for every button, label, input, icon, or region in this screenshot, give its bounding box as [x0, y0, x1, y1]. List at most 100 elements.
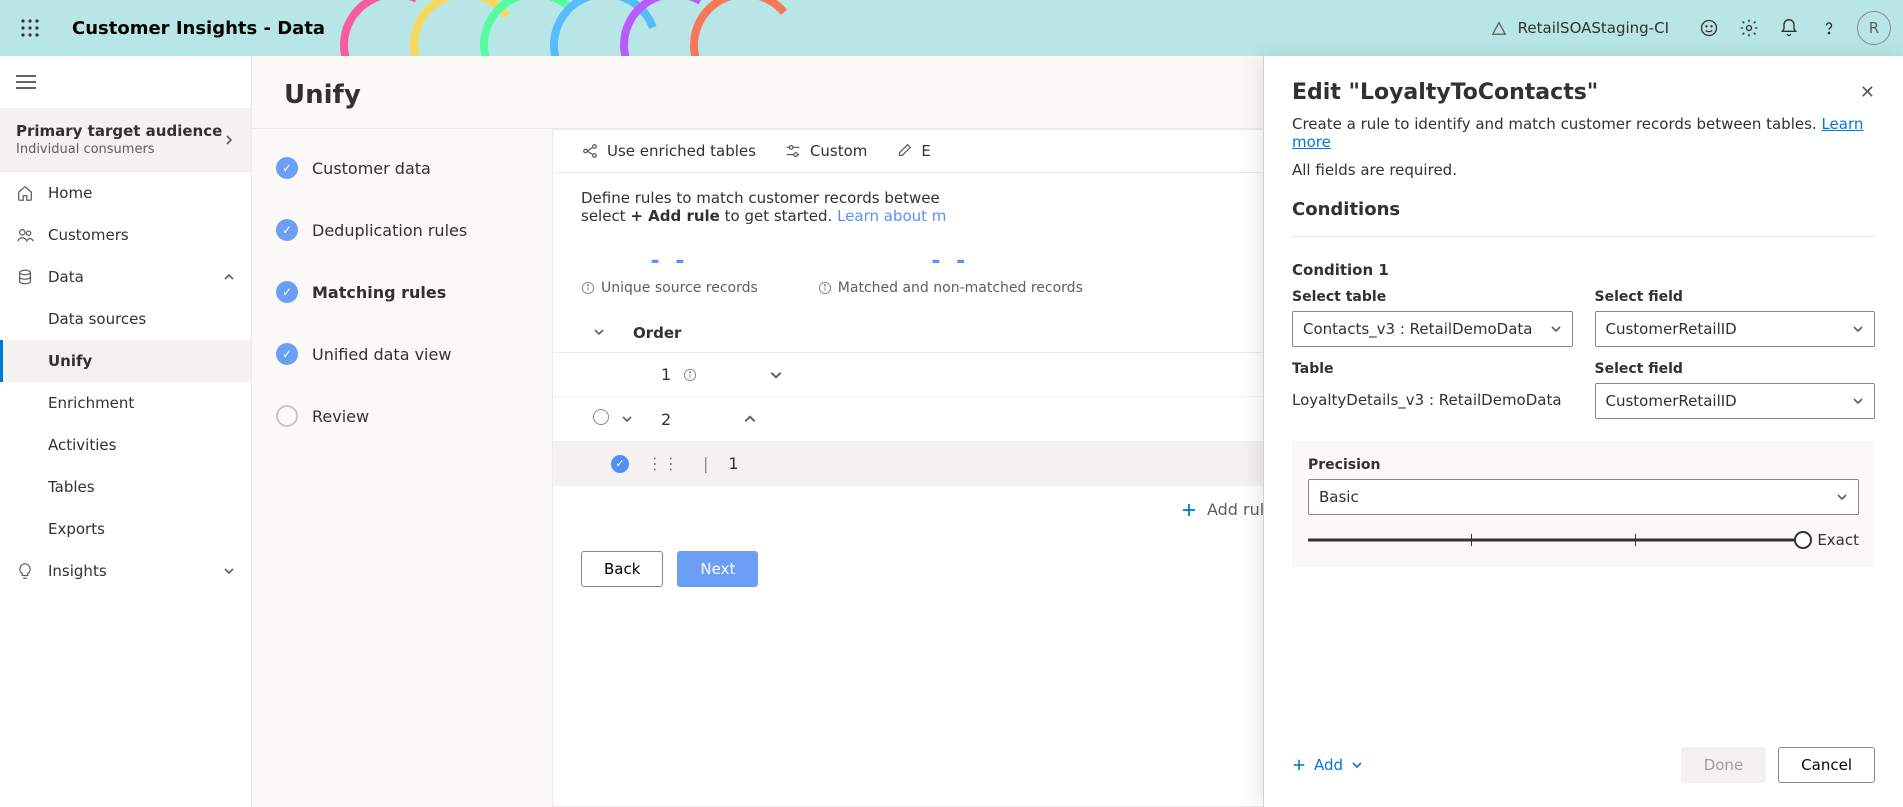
nav-exports[interactable]: Exports	[0, 508, 251, 550]
col-order: Order	[633, 324, 813, 342]
chevron-down-icon	[1836, 491, 1848, 503]
nav-insights[interactable]: Insights	[0, 550, 251, 592]
chevron-down-icon[interactable]	[593, 326, 605, 338]
panel-sub-text: Create a rule to identify and match cust…	[1292, 115, 1821, 133]
info-icon[interactable]	[581, 281, 595, 295]
slider-max-label: Exact	[1817, 531, 1859, 549]
panel-subtitle: Create a rule to identify and match cust…	[1292, 115, 1875, 151]
nav-tables-label: Tables	[48, 478, 95, 496]
select-value: CustomerRetailID	[1606, 392, 1737, 410]
step-dedup[interactable]: Deduplication rules	[276, 219, 528, 241]
divider	[1292, 236, 1875, 237]
slider-thumb[interactable]	[1794, 531, 1812, 549]
audience-selector[interactable]: Primary target audience Individual consu…	[0, 108, 251, 172]
insights-icon	[16, 562, 34, 580]
nav-unify-label: Unify	[48, 352, 92, 370]
desc-text: select	[581, 207, 630, 225]
desc-text: to get started.	[720, 207, 837, 225]
app-title[interactable]: Customer Insights - Data	[72, 18, 325, 39]
stat-label-text: Matched and non-matched records	[838, 280, 1083, 296]
tool-label: E	[921, 142, 930, 160]
done-button[interactable]: Done	[1681, 747, 1766, 783]
select-table-1[interactable]: Contacts_v3 : RetailDemoData	[1292, 311, 1573, 347]
back-button[interactable]: Back	[581, 551, 663, 587]
chevron-down-icon	[1852, 323, 1864, 335]
add-condition-menu[interactable]: Add	[1292, 756, 1363, 774]
tool-enriched-tables[interactable]: Use enriched tables	[581, 142, 756, 160]
left-nav: Primary target audience Individual consu…	[0, 56, 252, 807]
nav-data-sources[interactable]: Data sources	[0, 298, 251, 340]
select-field-2[interactable]: CustomerRetailID	[1595, 383, 1876, 419]
edit-rule-panel: Edit "LoyaltyToContacts" ✕ Create a rule…	[1263, 56, 1903, 807]
step-pending-icon	[276, 405, 298, 427]
precision-section: Precision Basic Exact	[1292, 441, 1875, 567]
help-icon[interactable]	[1809, 8, 1849, 48]
notifications-icon[interactable]	[1769, 8, 1809, 48]
data-icon	[16, 268, 34, 286]
chevron-down-icon[interactable]	[621, 413, 633, 425]
home-icon	[16, 184, 34, 202]
nav-customers[interactable]: Customers	[0, 214, 251, 256]
user-avatar[interactable]: R	[1857, 11, 1891, 45]
decorative-rainbow	[380, 0, 800, 56]
cancel-button[interactable]: Cancel	[1778, 747, 1875, 783]
graph-icon	[581, 142, 599, 160]
step-customer-data[interactable]: Customer data	[276, 157, 528, 179]
tool-custom[interactable]: Custom	[784, 142, 867, 160]
info-icon[interactable]	[683, 368, 697, 382]
label-select-field: Select field	[1595, 289, 1876, 305]
nav-home[interactable]: Home	[0, 172, 251, 214]
sliders-icon	[784, 142, 802, 160]
nav-unify[interactable]: Unify	[0, 340, 251, 382]
chevron-up-icon[interactable]	[743, 412, 757, 426]
nav-collapse-icon[interactable]	[0, 56, 251, 108]
nav-activities-label: Activities	[48, 436, 116, 454]
nav-data-sources-label: Data sources	[48, 310, 146, 328]
select-precision[interactable]: Basic	[1308, 479, 1859, 515]
desc-text: Define rules to match customer records b…	[581, 189, 940, 207]
nav-exports-label: Exports	[48, 520, 105, 538]
step-matching[interactable]: Matching rules	[276, 281, 528, 303]
environment-picker[interactable]: RetailSOAStaging-CI	[1490, 19, 1669, 37]
close-icon[interactable]: ✕	[1860, 82, 1875, 103]
app-topbar: Customer Insights - Data RetailSOAStagin…	[0, 0, 1903, 56]
customers-icon	[16, 226, 34, 244]
nav-tables[interactable]: Tables	[0, 466, 251, 508]
nav-data-label: Data	[48, 268, 84, 286]
nav-activities[interactable]: Activities	[0, 424, 251, 466]
nav-enrichment[interactable]: Enrichment	[0, 382, 251, 424]
step-review[interactable]: Review	[276, 405, 528, 427]
panel-footer: Add Done Cancel	[1292, 719, 1875, 783]
plus-icon	[1292, 758, 1306, 772]
audience-subtitle: Individual consumers	[16, 142, 222, 157]
info-icon[interactable]	[818, 281, 832, 295]
select-value: Basic	[1319, 488, 1359, 506]
drag-handle-icon[interactable]: ⋮⋮	[647, 454, 679, 473]
chevron-down-icon	[1852, 395, 1864, 407]
stat-label: Matched and non-matched records	[818, 280, 1083, 296]
nav-customers-label: Customers	[48, 226, 129, 244]
tool-label: Use enriched tables	[607, 142, 756, 160]
next-button[interactable]: Next	[677, 551, 758, 587]
step-done-icon	[276, 281, 298, 303]
panel-title: Edit "LoyaltyToContacts"	[1292, 80, 1598, 105]
step-done-icon	[276, 157, 298, 179]
precision-slider[interactable]	[1308, 529, 1803, 551]
rule-ok-icon	[611, 455, 629, 473]
tool-edit[interactable]: E	[895, 142, 930, 160]
step-label: Matching rules	[312, 283, 446, 302]
nav-data[interactable]: Data	[0, 256, 251, 298]
learn-link[interactable]: Learn about m	[837, 207, 946, 225]
select-field-1[interactable]: CustomerRetailID	[1595, 311, 1876, 347]
radio-icon[interactable]	[593, 409, 609, 425]
app-launcher-icon[interactable]	[12, 10, 48, 46]
step-done-icon	[276, 219, 298, 241]
nav-enrichment-label: Enrichment	[48, 394, 134, 412]
add-label: Add	[1314, 756, 1343, 774]
avatar-initial: R	[1869, 19, 1879, 37]
stat-value: - -	[818, 249, 1083, 274]
step-unified-view[interactable]: Unified data view	[276, 343, 528, 365]
feedback-icon[interactable]	[1689, 8, 1729, 48]
settings-icon[interactable]	[1729, 8, 1769, 48]
chevron-down-icon[interactable]	[769, 368, 783, 382]
